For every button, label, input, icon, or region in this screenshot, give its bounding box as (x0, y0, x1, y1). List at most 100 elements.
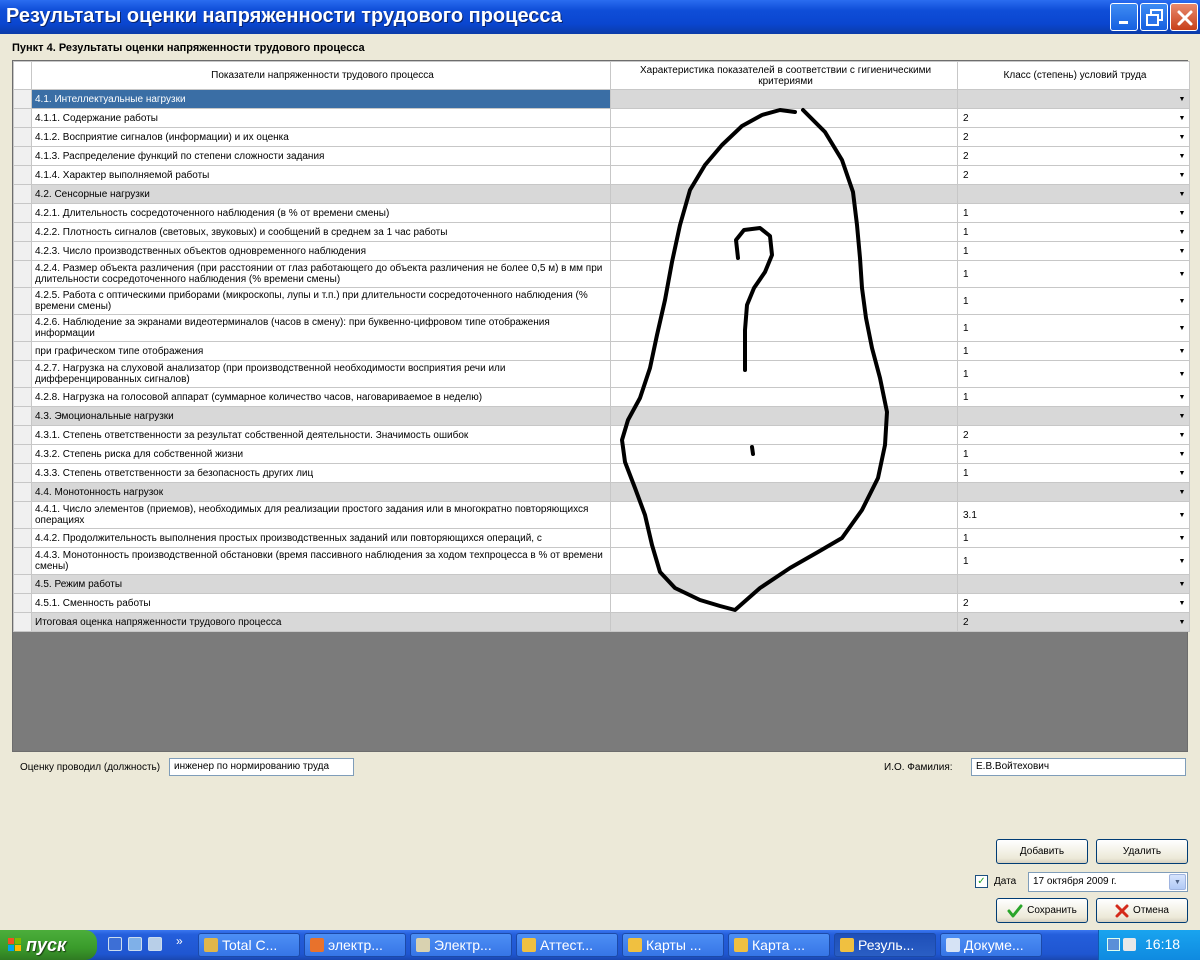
characteristic-cell[interactable] (610, 314, 958, 342)
chevron-down-icon[interactable]: ▼ (1175, 343, 1189, 360)
class-dropdown-cell[interactable]: ▼ (957, 89, 1190, 109)
row-indicator[interactable] (13, 89, 32, 109)
quicklaunch-network-icon[interactable] (148, 937, 162, 951)
chevron-down-icon[interactable]: ▼ (1175, 262, 1189, 287)
row-indicator[interactable] (13, 528, 32, 548)
class-dropdown-cell[interactable]: ▼ (957, 574, 1190, 594)
characteristic-cell[interactable] (610, 463, 958, 483)
row-indicator[interactable] (13, 501, 32, 529)
class-dropdown-cell[interactable]: 1 ▼ (957, 222, 1190, 242)
chevron-down-icon[interactable]: ▼ (1175, 243, 1189, 260)
characteristic-cell[interactable] (610, 287, 958, 315)
row-indicator[interactable] (13, 260, 32, 288)
row-indicator[interactable] (13, 547, 32, 575)
chevron-down-icon[interactable]: ▼ (1175, 91, 1189, 108)
taskbar-button[interactable]: Электр... (410, 933, 512, 957)
column-header-characteristics[interactable]: Характеристика показателей в соответстви… (610, 61, 958, 90)
indicator-name-cell[interactable]: 4.2.6. Наблюдение за экранами видеотерми… (31, 314, 611, 342)
table-row[interactable]: 4.4.2. Продолжительность выполнения прос… (13, 528, 1190, 548)
class-dropdown-cell[interactable]: 1 ▼ (957, 203, 1190, 223)
row-indicator[interactable] (13, 241, 32, 261)
minimize-button[interactable] (1110, 3, 1138, 31)
row-indicator[interactable] (13, 314, 32, 342)
group-row[interactable]: 4.4. Монотонность нагрузок ▼ (13, 482, 1190, 502)
taskbar-button[interactable]: Карта ... (728, 933, 830, 957)
indicator-name-cell[interactable]: 4.2.8. Нагрузка на голосовой аппарат (су… (31, 387, 611, 407)
quicklaunch-save-icon[interactable] (108, 937, 122, 951)
indicator-name-cell[interactable]: 4.4.2. Продолжительность выполнения прос… (31, 528, 611, 548)
indicator-name-cell[interactable]: 4.2.1. Длительность сосредоточенного наб… (31, 203, 611, 223)
class-dropdown-cell[interactable]: 2 ▼ (957, 593, 1190, 613)
indicator-name-cell[interactable]: 4.5.1. Сменность работы (31, 593, 611, 613)
characteristic-cell[interactable] (610, 528, 958, 548)
table-row[interactable]: 4.2.1. Длительность сосредоточенного наб… (13, 203, 1190, 223)
chevron-down-icon[interactable]: ▼ (1175, 289, 1189, 314)
chevron-down-icon[interactable]: ▼ (1175, 530, 1189, 547)
total-row[interactable]: Итоговая оценка напряженности трудового … (13, 612, 1190, 632)
chevron-down-icon[interactable]: ▼ (1175, 614, 1189, 631)
class-dropdown-cell[interactable]: 1 ▼ (957, 341, 1190, 361)
characteristic-cell[interactable] (610, 108, 958, 128)
table-row[interactable]: 4.1.4. Характер выполняемой работы 2 ▼ (13, 165, 1190, 185)
class-dropdown-cell[interactable]: 1 ▼ (957, 547, 1190, 575)
taskbar-button[interactable]: Аттест... (516, 933, 618, 957)
class-dropdown-cell[interactable]: 1 ▼ (957, 528, 1190, 548)
chevron-down-icon[interactable]: ▼ (1175, 446, 1189, 463)
date-checkbox[interactable]: ✓ (975, 875, 988, 888)
quicklaunch-desktop-icon[interactable] (128, 937, 142, 951)
row-indicator[interactable] (13, 406, 32, 426)
class-dropdown-cell[interactable]: 2 ▼ (957, 127, 1190, 147)
row-indicator[interactable] (13, 612, 32, 632)
characteristic-cell[interactable] (610, 184, 958, 204)
indicator-name-cell[interactable]: 4.1.3. Распределение функций по степени … (31, 146, 611, 166)
class-dropdown-cell[interactable]: ▼ (957, 184, 1190, 204)
chevron-down-icon[interactable]: ▼ (1175, 595, 1189, 612)
indicator-name-cell[interactable]: 4.1. Интеллектуальные нагрузки (31, 89, 611, 109)
group-row[interactable]: 4.3. Эмоциональные нагрузки ▼ (13, 406, 1190, 426)
class-dropdown-cell[interactable]: 1 ▼ (957, 360, 1190, 388)
table-row[interactable]: 4.2.6. Наблюдение за экранами видеотерми… (13, 314, 1190, 342)
table-row[interactable]: 4.2.3. Число производственных объектов о… (13, 241, 1190, 261)
chevron-down-icon[interactable]: ▼ (1175, 205, 1189, 222)
table-row[interactable]: 4.4.1. Число элементов (приемов), необхо… (13, 501, 1190, 529)
maximize-button[interactable] (1140, 3, 1168, 31)
characteristic-cell[interactable] (610, 444, 958, 464)
chevron-down-icon[interactable]: ▼ (1175, 316, 1189, 341)
class-dropdown-cell[interactable]: 1 ▼ (957, 387, 1190, 407)
close-button[interactable] (1170, 3, 1198, 31)
add-button[interactable]: Добавить (996, 839, 1088, 864)
chevron-down-icon[interactable]: ▼ (1175, 465, 1189, 482)
row-indicator[interactable] (13, 360, 32, 388)
class-dropdown-cell[interactable]: ▼ (957, 406, 1190, 426)
table-row[interactable]: 4.3.2. Степень риска для собственной жиз… (13, 444, 1190, 464)
row-indicator[interactable] (13, 203, 32, 223)
indicator-name-cell[interactable]: при графическом типе отображения (31, 341, 611, 361)
taskbar-button[interactable]: Карты ... (622, 933, 724, 957)
taskbar-button[interactable]: Докуме... (940, 933, 1042, 957)
chevron-down-icon[interactable]: ▼ (1175, 484, 1189, 501)
characteristic-cell[interactable] (610, 165, 958, 185)
characteristic-cell[interactable] (610, 146, 958, 166)
characteristic-cell[interactable] (610, 547, 958, 575)
characteristic-cell[interactable] (610, 612, 958, 632)
class-dropdown-cell[interactable]: 1 ▼ (957, 314, 1190, 342)
indicator-name-cell[interactable]: 4.3.2. Степень риска для собственной жиз… (31, 444, 611, 464)
chevron-down-icon[interactable]: ▼ (1175, 503, 1189, 528)
characteristic-cell[interactable] (610, 425, 958, 445)
start-button[interactable]: пуск (0, 930, 97, 960)
indicator-name-cell[interactable]: 4.2.3. Число производственных объектов о… (31, 241, 611, 261)
quicklaunch-expand-icon[interactable]: » (176, 934, 183, 948)
chevron-down-icon[interactable]: ▼ (1175, 427, 1189, 444)
characteristic-cell[interactable] (610, 222, 958, 242)
row-indicator[interactable] (13, 146, 32, 166)
column-header-indicators[interactable]: Показатели напряженности трудового проце… (31, 61, 611, 90)
assessor-position-field[interactable]: инженер по нормированию труда (169, 758, 354, 776)
indicator-name-cell[interactable]: 4.4.1. Число элементов (приемов), необхо… (31, 501, 611, 529)
class-dropdown-cell[interactable]: 1 ▼ (957, 287, 1190, 315)
full-name-field[interactable]: Е.В.Войтехович (971, 758, 1186, 776)
table-row[interactable]: 4.3.1. Степень ответственности за резуль… (13, 425, 1190, 445)
row-indicator[interactable] (13, 184, 32, 204)
chevron-down-icon[interactable]: ▼ (1175, 129, 1189, 146)
chevron-down-icon[interactable]: ▼ (1175, 148, 1189, 165)
characteristic-cell[interactable] (610, 260, 958, 288)
